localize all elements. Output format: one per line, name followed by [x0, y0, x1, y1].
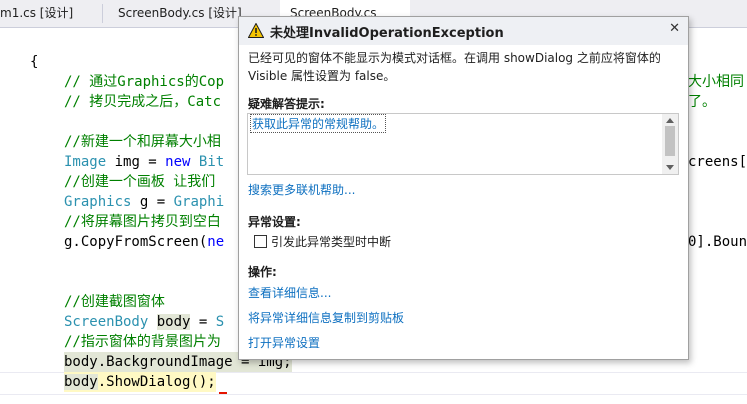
- tab-separator: [102, 4, 103, 23]
- code-type: S: [215, 314, 225, 330]
- code-comment: // 拷贝完成之后，Catc: [64, 94, 222, 110]
- code-comment-tail: 了。: [688, 94, 716, 110]
- code-comment: // 通过Graphics的Cop: [64, 74, 225, 90]
- popup-header: 未处理InvalidOperationException ✕: [239, 17, 688, 45]
- code-text: g =: [131, 194, 174, 210]
- code-line-tail: 0].Boun: [688, 234, 747, 250]
- tab-form1-design[interactable]: m1.cs [设计]: [0, 0, 100, 27]
- tab-label: m1.cs [设计]: [0, 6, 74, 20]
- actions-header: 操作:: [248, 265, 277, 279]
- break-on-exception-label[interactable]: 引发此异常类型时中断: [271, 233, 391, 250]
- code-comment: //新建一个和屏幕大小相: [64, 134, 221, 150]
- search-more-help-link[interactable]: 搜索更多联机帮助...: [248, 181, 355, 198]
- code-line: Image img = new Bit: [64, 152, 224, 172]
- code-line: {: [30, 54, 39, 70]
- code-type: ScreenBody: [64, 314, 149, 330]
- code-identifier-highlighted: body: [64, 374, 98, 390]
- tips-header: 疑难解答提示:: [248, 97, 325, 111]
- scroll-up-arrow-icon[interactable]: [666, 118, 674, 123]
- tips-scrollbar[interactable]: [662, 114, 678, 174]
- code-type: Image: [64, 154, 107, 170]
- exception-message: 已经可见的窗体不能显示为模式对话框。在调用 showDialog 之前应将窗体的…: [248, 51, 661, 83]
- code-comment: //指示窗体的背景图片为: [64, 334, 221, 350]
- code-line: Graphics g = Graphi: [64, 192, 224, 212]
- code-comment: //创建一个画板 让我们: [64, 174, 216, 190]
- code-line: ScreenBody body = S: [64, 312, 224, 332]
- view-details-link[interactable]: 查看详细信息...: [248, 284, 331, 301]
- copy-details-link[interactable]: 将异常详细信息复制到剪贴板: [248, 309, 404, 326]
- scroll-thumb[interactable]: [665, 126, 675, 156]
- tip-link-general-help[interactable]: 获取此异常的常规帮助。: [250, 114, 387, 133]
- warning-icon: [248, 23, 264, 38]
- code-line: g.CopyFromScreen(ne: [64, 232, 224, 252]
- exception-settings-header: 异常设置:: [248, 215, 301, 229]
- open-exception-settings-link[interactable]: 打开异常设置: [248, 334, 320, 351]
- code-text: =: [190, 314, 216, 330]
- tab-label: ScreenBody.cs [设计]: [118, 6, 242, 20]
- code-type: Bit: [190, 154, 225, 170]
- popup-title: 未处理InvalidOperationException: [270, 26, 504, 41]
- exception-helper-popup: 未处理InvalidOperationException ✕ 已经可见的窗体不能…: [238, 16, 689, 360]
- code-text: img =: [106, 154, 166, 170]
- code-keyword: ne: [207, 234, 225, 250]
- close-icon[interactable]: ✕: [669, 21, 680, 36]
- code-line-current: body.ShowDialog();: [64, 372, 216, 392]
- code-identifier-highlighted: body: [156, 314, 191, 330]
- break-on-exception-checkbox[interactable]: [254, 235, 267, 248]
- code-type: Graphi: [173, 194, 225, 210]
- code-type: Graphics: [64, 194, 132, 210]
- tab-screenbody-design[interactable]: ScreenBody.cs [设计]: [118, 0, 242, 27]
- code-text: g.CopyFromScreen(: [64, 234, 208, 250]
- code-line-tail: creens[: [688, 154, 747, 170]
- code-comment: //将屏幕图片拷贝到空白: [64, 214, 221, 230]
- code-text: .ShowDialog();: [97, 374, 216, 390]
- error-squiggle: [219, 389, 227, 394]
- scroll-down-arrow-icon[interactable]: [666, 165, 674, 170]
- troubleshooting-tips-box: 获取此异常的常规帮助。: [247, 113, 679, 175]
- code-comment: //创建截图窗体: [64, 294, 165, 310]
- code-keyword: new: [165, 154, 191, 170]
- code-comment-tail: 大小相同: [688, 74, 744, 90]
